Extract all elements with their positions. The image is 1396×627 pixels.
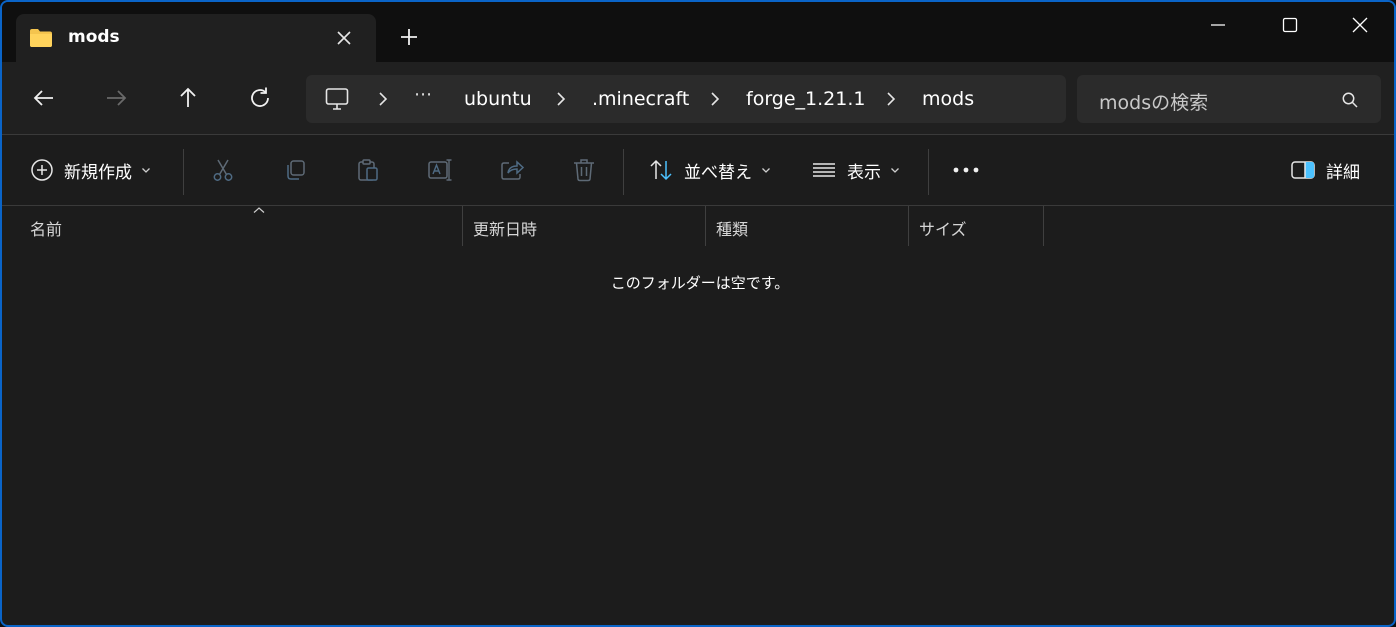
minimize-button[interactable] xyxy=(1182,2,1254,46)
folder-icon xyxy=(30,29,52,47)
this-pc-icon[interactable] xyxy=(324,87,350,111)
forward-arrow-icon[interactable] xyxy=(102,84,130,112)
breadcrumb-ubuntu[interactable]: ubuntu xyxy=(464,88,532,110)
chevron-down-icon xyxy=(891,168,899,173)
breadcrumb-forge[interactable]: forge_1.21.1 xyxy=(746,88,865,110)
refresh-icon[interactable] xyxy=(246,84,274,112)
address-bar[interactable]: ⋯ ubuntu .minecraft forge_1.21.1 mods xyxy=(306,75,1066,123)
more-options-button[interactable] xyxy=(952,135,980,205)
title-bar: mods xyxy=(2,2,1394,62)
navigation-bar: ⋯ ubuntu .minecraft forge_1.21.1 mods mo… xyxy=(2,62,1394,134)
chevron-right-icon[interactable] xyxy=(554,91,568,107)
column-header-date-modified[interactable]: 更新日時 xyxy=(463,206,706,246)
column-header-name[interactable]: 名前 xyxy=(20,206,463,246)
separator xyxy=(623,149,624,195)
column-header-label: 名前 xyxy=(30,220,63,239)
breadcrumb-overflow[interactable]: ⋯ xyxy=(414,84,433,105)
command-bar: 新規作成 並べ替え 表示 詳細 xyxy=(2,135,1394,205)
sort-button[interactable]: 並べ替え xyxy=(648,135,772,205)
list-view-icon xyxy=(813,163,835,177)
separator xyxy=(928,149,929,195)
chevron-down-icon xyxy=(762,168,770,173)
view-button-label: 表示 xyxy=(847,162,881,183)
delete-icon[interactable] xyxy=(571,157,597,183)
chevron-right-icon[interactable] xyxy=(708,91,722,107)
rename-icon[interactable] xyxy=(427,157,453,183)
sort-button-label: 並べ替え xyxy=(684,162,752,183)
minimize-icon xyxy=(1211,24,1225,26)
column-separator[interactable] xyxy=(1043,206,1044,246)
up-arrow-icon[interactable] xyxy=(174,84,202,112)
window-close-button[interactable] xyxy=(1324,2,1394,46)
new-button[interactable]: 新規作成 xyxy=(30,135,152,205)
separator xyxy=(183,149,184,195)
column-header-type[interactable]: 種類 xyxy=(706,206,909,246)
back-arrow-icon[interactable] xyxy=(30,84,58,112)
copy-icon[interactable] xyxy=(283,157,309,183)
column-header-label: 更新日時 xyxy=(473,220,538,239)
view-button[interactable]: 表示 xyxy=(811,135,901,205)
search-icon[interactable] xyxy=(1341,91,1359,109)
tab-mods[interactable]: mods xyxy=(16,14,376,62)
chevron-down-icon xyxy=(142,168,150,173)
cut-icon[interactable] xyxy=(210,157,236,183)
search-placeholder[interactable]: modsの検索 xyxy=(1099,88,1208,115)
paste-icon[interactable] xyxy=(355,157,381,183)
column-header-size[interactable]: サイズ xyxy=(909,206,1044,246)
maximize-icon xyxy=(1282,17,1298,33)
maximize-button[interactable] xyxy=(1254,2,1326,46)
share-icon[interactable] xyxy=(499,157,525,183)
close-icon[interactable] xyxy=(334,28,354,48)
chevron-right-icon[interactable] xyxy=(884,91,898,107)
column-header-label: 種類 xyxy=(716,220,749,239)
sort-ascending-caret-icon xyxy=(253,207,265,213)
chevron-right-icon[interactable] xyxy=(376,91,390,107)
details-pane-button[interactable]: 詳細 xyxy=(1290,135,1360,205)
details-pane-icon xyxy=(1291,161,1315,179)
plus-circle-icon xyxy=(31,159,53,181)
breadcrumb-minecraft[interactable]: .minecraft xyxy=(592,88,689,110)
column-header-row: 名前 更新日時 種類 サイズ xyxy=(2,206,1394,246)
empty-folder-message: このフォルダーは空です。 xyxy=(610,274,790,292)
new-button-label: 新規作成 xyxy=(64,162,132,183)
more-dots-icon xyxy=(953,167,979,173)
window-close-icon xyxy=(1352,17,1368,33)
details-pane-label: 詳細 xyxy=(1326,162,1360,183)
column-header-label: サイズ xyxy=(919,220,967,239)
search-box[interactable]: modsの検索 xyxy=(1077,75,1381,123)
tab-title: mods xyxy=(68,27,120,47)
file-explorer-window: mods ⋯ ubuntu .minecraft forge_1.21.1 mo… xyxy=(0,0,1396,627)
breadcrumb-mods[interactable]: mods xyxy=(922,88,974,110)
new-tab-plus-icon[interactable] xyxy=(398,26,420,48)
sort-arrows-icon xyxy=(650,159,672,181)
